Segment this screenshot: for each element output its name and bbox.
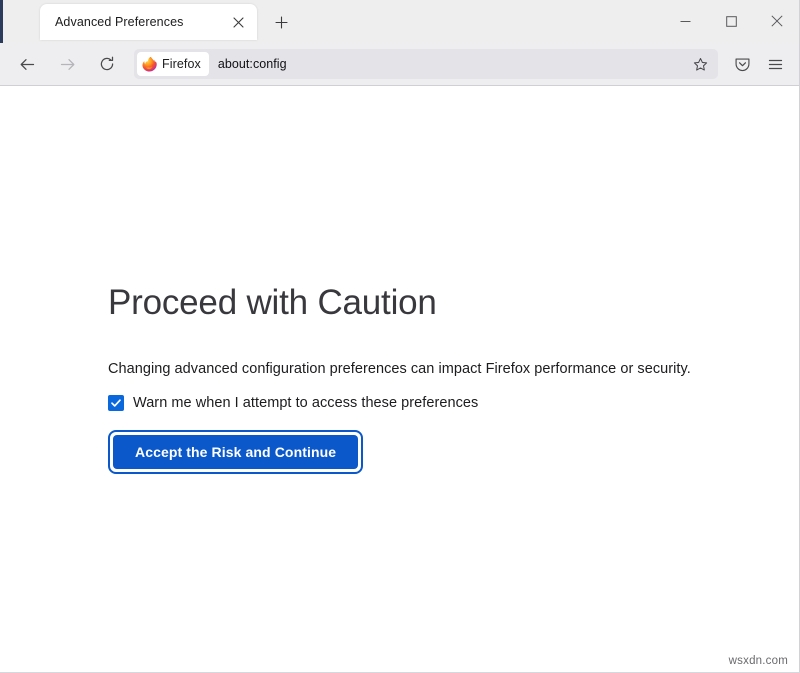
page-title: Proceed with Caution bbox=[108, 282, 760, 324]
firefox-logo-icon bbox=[142, 57, 157, 72]
toolbar-right-buttons bbox=[726, 49, 800, 79]
forward-button[interactable] bbox=[50, 49, 84, 79]
hamburger-menu-icon[interactable] bbox=[759, 49, 792, 79]
url-input[interactable]: about:config bbox=[218, 57, 685, 71]
page-content: Proceed with Caution Changing advanced c… bbox=[0, 86, 800, 673]
accept-risk-focus-ring: Accept the Risk and Continue bbox=[108, 430, 363, 474]
maximize-button[interactable] bbox=[708, 0, 754, 42]
reload-button[interactable] bbox=[90, 49, 124, 79]
address-bar[interactable]: Firefox about:config bbox=[134, 49, 718, 79]
window-controls bbox=[662, 0, 800, 42]
warn-on-access-label: Warn me when I attempt to access these p… bbox=[133, 395, 478, 411]
back-button[interactable] bbox=[10, 49, 44, 79]
identity-box[interactable]: Firefox bbox=[137, 52, 209, 76]
bookmark-star-icon[interactable] bbox=[685, 51, 715, 77]
config-warning-panel: Proceed with Caution Changing advanced c… bbox=[108, 282, 760, 474]
identity-label: Firefox bbox=[162, 57, 201, 71]
pocket-icon[interactable] bbox=[726, 49, 759, 79]
warn-on-access-row[interactable]: Warn me when I attempt to access these p… bbox=[108, 395, 760, 411]
watermark: wsxdn.com bbox=[729, 655, 788, 667]
browser-window: Advanced Preferences bbox=[0, 0, 800, 673]
navigation-toolbar: Firefox about:config bbox=[0, 43, 800, 86]
tab-title: Advanced Preferences bbox=[40, 15, 225, 29]
new-tab-button[interactable] bbox=[268, 9, 295, 36]
accept-risk-button[interactable]: Accept the Risk and Continue bbox=[113, 435, 358, 469]
window-left-accent bbox=[0, 0, 3, 43]
warning-description: Changing advanced configuration preferen… bbox=[108, 361, 760, 377]
warn-on-access-checkbox[interactable] bbox=[108, 395, 124, 411]
tab-advanced-preferences[interactable]: Advanced Preferences bbox=[40, 4, 257, 40]
minimize-button[interactable] bbox=[662, 0, 708, 42]
close-window-button[interactable] bbox=[754, 0, 800, 42]
tab-strip: Advanced Preferences bbox=[0, 0, 800, 43]
close-icon[interactable] bbox=[225, 9, 251, 35]
